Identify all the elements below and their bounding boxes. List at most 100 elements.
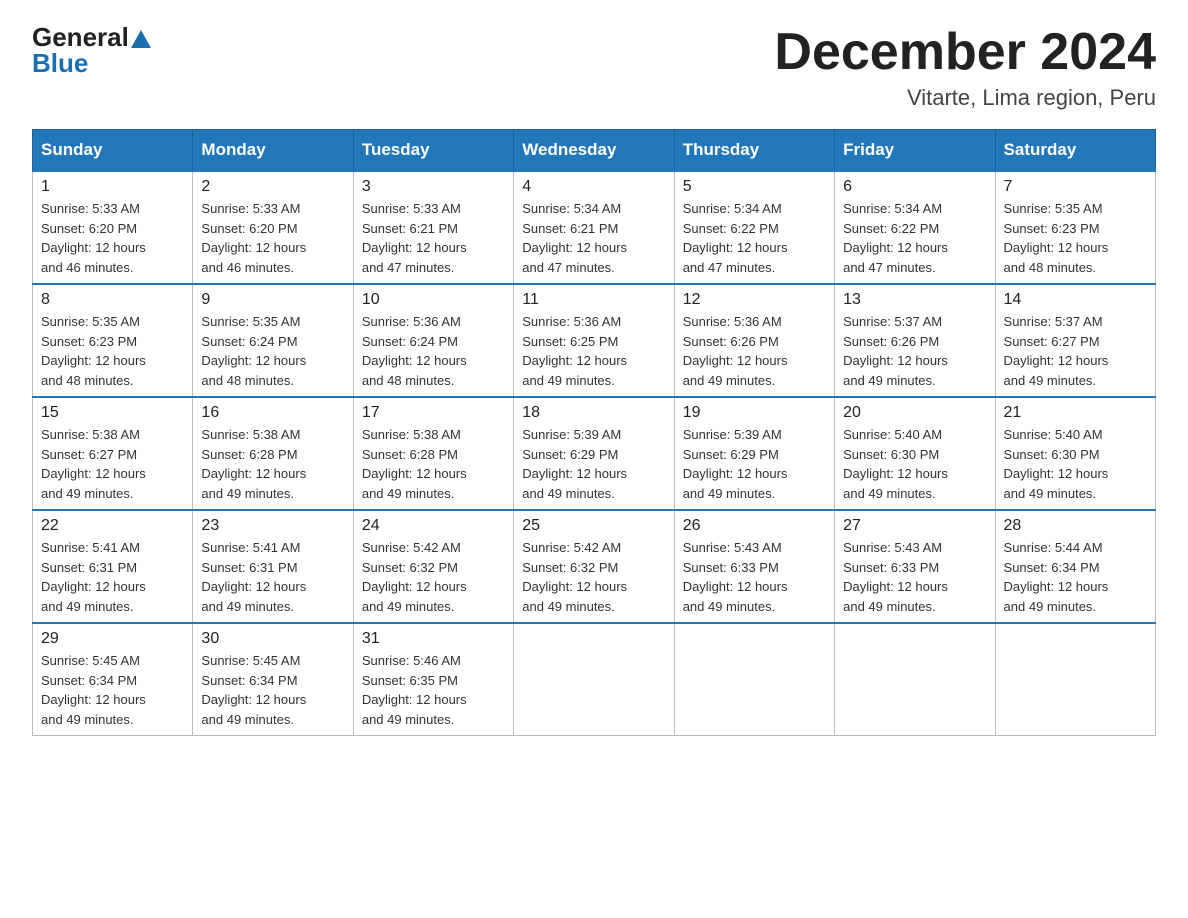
day-info: Sunrise: 5:39 AM Sunset: 6:29 PM Dayligh… bbox=[522, 425, 665, 503]
table-row: 1 Sunrise: 5:33 AM Sunset: 6:20 PM Dayli… bbox=[33, 171, 193, 284]
day-info: Sunrise: 5:46 AM Sunset: 6:35 PM Dayligh… bbox=[362, 651, 505, 729]
week-row-1: 1 Sunrise: 5:33 AM Sunset: 6:20 PM Dayli… bbox=[33, 171, 1156, 284]
day-info: Sunrise: 5:33 AM Sunset: 6:20 PM Dayligh… bbox=[41, 199, 184, 277]
day-info: Sunrise: 5:36 AM Sunset: 6:25 PM Dayligh… bbox=[522, 312, 665, 390]
table-row bbox=[674, 623, 834, 736]
col-saturday: Saturday bbox=[995, 130, 1155, 172]
day-info: Sunrise: 5:45 AM Sunset: 6:34 PM Dayligh… bbox=[41, 651, 184, 729]
logo-area: General Blue bbox=[32, 24, 153, 79]
day-info: Sunrise: 5:36 AM Sunset: 6:24 PM Dayligh… bbox=[362, 312, 505, 390]
table-row: 28 Sunrise: 5:44 AM Sunset: 6:34 PM Dayl… bbox=[995, 510, 1155, 623]
day-number: 10 bbox=[362, 291, 505, 309]
table-row: 5 Sunrise: 5:34 AM Sunset: 6:22 PM Dayli… bbox=[674, 171, 834, 284]
col-thursday: Thursday bbox=[674, 130, 834, 172]
day-info: Sunrise: 5:40 AM Sunset: 6:30 PM Dayligh… bbox=[1004, 425, 1147, 503]
day-info: Sunrise: 5:36 AM Sunset: 6:26 PM Dayligh… bbox=[683, 312, 826, 390]
table-row: 6 Sunrise: 5:34 AM Sunset: 6:22 PM Dayli… bbox=[835, 171, 995, 284]
table-row: 27 Sunrise: 5:43 AM Sunset: 6:33 PM Dayl… bbox=[835, 510, 995, 623]
day-info: Sunrise: 5:45 AM Sunset: 6:34 PM Dayligh… bbox=[201, 651, 344, 729]
table-row: 16 Sunrise: 5:38 AM Sunset: 6:28 PM Dayl… bbox=[193, 397, 353, 510]
table-row: 7 Sunrise: 5:35 AM Sunset: 6:23 PM Dayli… bbox=[995, 171, 1155, 284]
logo-triangle-icon bbox=[131, 30, 151, 48]
day-info: Sunrise: 5:38 AM Sunset: 6:28 PM Dayligh… bbox=[362, 425, 505, 503]
day-number: 27 bbox=[843, 517, 986, 535]
day-number: 31 bbox=[362, 630, 505, 648]
day-info: Sunrise: 5:43 AM Sunset: 6:33 PM Dayligh… bbox=[683, 538, 826, 616]
day-number: 14 bbox=[1004, 291, 1147, 309]
day-number: 8 bbox=[41, 291, 184, 309]
table-row: 30 Sunrise: 5:45 AM Sunset: 6:34 PM Dayl… bbox=[193, 623, 353, 736]
day-info: Sunrise: 5:38 AM Sunset: 6:27 PM Dayligh… bbox=[41, 425, 184, 503]
logo-general-text: General bbox=[32, 24, 129, 50]
week-row-5: 29 Sunrise: 5:45 AM Sunset: 6:34 PM Dayl… bbox=[33, 623, 1156, 736]
week-row-3: 15 Sunrise: 5:38 AM Sunset: 6:27 PM Dayl… bbox=[33, 397, 1156, 510]
day-number: 16 bbox=[201, 404, 344, 422]
calendar-table: Sunday Monday Tuesday Wednesday Thursday… bbox=[32, 129, 1156, 736]
day-info: Sunrise: 5:37 AM Sunset: 6:26 PM Dayligh… bbox=[843, 312, 986, 390]
day-number: 12 bbox=[683, 291, 826, 309]
table-row: 21 Sunrise: 5:40 AM Sunset: 6:30 PM Dayl… bbox=[995, 397, 1155, 510]
table-row bbox=[995, 623, 1155, 736]
day-number: 17 bbox=[362, 404, 505, 422]
day-number: 18 bbox=[522, 404, 665, 422]
col-monday: Monday bbox=[193, 130, 353, 172]
table-row: 10 Sunrise: 5:36 AM Sunset: 6:24 PM Dayl… bbox=[353, 284, 513, 397]
table-row: 29 Sunrise: 5:45 AM Sunset: 6:34 PM Dayl… bbox=[33, 623, 193, 736]
table-row bbox=[514, 623, 674, 736]
page-subtitle: Vitarte, Lima region, Peru bbox=[774, 85, 1156, 111]
table-row: 22 Sunrise: 5:41 AM Sunset: 6:31 PM Dayl… bbox=[33, 510, 193, 623]
day-number: 3 bbox=[362, 178, 505, 196]
table-row: 13 Sunrise: 5:37 AM Sunset: 6:26 PM Dayl… bbox=[835, 284, 995, 397]
table-row: 3 Sunrise: 5:33 AM Sunset: 6:21 PM Dayli… bbox=[353, 171, 513, 284]
table-row: 15 Sunrise: 5:38 AM Sunset: 6:27 PM Dayl… bbox=[33, 397, 193, 510]
logo-blue-text: Blue bbox=[32, 48, 88, 78]
table-row: 2 Sunrise: 5:33 AM Sunset: 6:20 PM Dayli… bbox=[193, 171, 353, 284]
day-number: 23 bbox=[201, 517, 344, 535]
col-wednesday: Wednesday bbox=[514, 130, 674, 172]
calendar-header-row: Sunday Monday Tuesday Wednesday Thursday… bbox=[33, 130, 1156, 172]
day-info: Sunrise: 5:37 AM Sunset: 6:27 PM Dayligh… bbox=[1004, 312, 1147, 390]
day-number: 4 bbox=[522, 178, 665, 196]
day-number: 6 bbox=[843, 178, 986, 196]
day-number: 13 bbox=[843, 291, 986, 309]
day-number: 2 bbox=[201, 178, 344, 196]
col-tuesday: Tuesday bbox=[353, 130, 513, 172]
page-title: December 2024 bbox=[774, 24, 1156, 81]
table-row: 14 Sunrise: 5:37 AM Sunset: 6:27 PM Dayl… bbox=[995, 284, 1155, 397]
day-number: 24 bbox=[362, 517, 505, 535]
table-row: 26 Sunrise: 5:43 AM Sunset: 6:33 PM Dayl… bbox=[674, 510, 834, 623]
day-info: Sunrise: 5:33 AM Sunset: 6:21 PM Dayligh… bbox=[362, 199, 505, 277]
day-number: 15 bbox=[41, 404, 184, 422]
day-info: Sunrise: 5:41 AM Sunset: 6:31 PM Dayligh… bbox=[201, 538, 344, 616]
table-row: 31 Sunrise: 5:46 AM Sunset: 6:35 PM Dayl… bbox=[353, 623, 513, 736]
table-row: 24 Sunrise: 5:42 AM Sunset: 6:32 PM Dayl… bbox=[353, 510, 513, 623]
day-info: Sunrise: 5:35 AM Sunset: 6:23 PM Dayligh… bbox=[1004, 199, 1147, 277]
day-info: Sunrise: 5:41 AM Sunset: 6:31 PM Dayligh… bbox=[41, 538, 184, 616]
table-row: 4 Sunrise: 5:34 AM Sunset: 6:21 PM Dayli… bbox=[514, 171, 674, 284]
day-number: 28 bbox=[1004, 517, 1147, 535]
table-row: 17 Sunrise: 5:38 AM Sunset: 6:28 PM Dayl… bbox=[353, 397, 513, 510]
day-number: 9 bbox=[201, 291, 344, 309]
day-info: Sunrise: 5:44 AM Sunset: 6:34 PM Dayligh… bbox=[1004, 538, 1147, 616]
page-header: General Blue December 2024 Vitarte, Lima… bbox=[32, 24, 1156, 111]
day-info: Sunrise: 5:43 AM Sunset: 6:33 PM Dayligh… bbox=[843, 538, 986, 616]
day-number: 20 bbox=[843, 404, 986, 422]
table-row bbox=[835, 623, 995, 736]
day-number: 7 bbox=[1004, 178, 1147, 196]
table-row: 9 Sunrise: 5:35 AM Sunset: 6:24 PM Dayli… bbox=[193, 284, 353, 397]
table-row: 25 Sunrise: 5:42 AM Sunset: 6:32 PM Dayl… bbox=[514, 510, 674, 623]
day-number: 5 bbox=[683, 178, 826, 196]
week-row-4: 22 Sunrise: 5:41 AM Sunset: 6:31 PM Dayl… bbox=[33, 510, 1156, 623]
day-info: Sunrise: 5:40 AM Sunset: 6:30 PM Dayligh… bbox=[843, 425, 986, 503]
day-number: 26 bbox=[683, 517, 826, 535]
day-info: Sunrise: 5:33 AM Sunset: 6:20 PM Dayligh… bbox=[201, 199, 344, 277]
day-info: Sunrise: 5:42 AM Sunset: 6:32 PM Dayligh… bbox=[522, 538, 665, 616]
title-area: December 2024 Vitarte, Lima region, Peru bbox=[774, 24, 1156, 111]
day-info: Sunrise: 5:34 AM Sunset: 6:21 PM Dayligh… bbox=[522, 199, 665, 277]
table-row: 19 Sunrise: 5:39 AM Sunset: 6:29 PM Dayl… bbox=[674, 397, 834, 510]
day-number: 29 bbox=[41, 630, 184, 648]
table-row: 20 Sunrise: 5:40 AM Sunset: 6:30 PM Dayl… bbox=[835, 397, 995, 510]
table-row: 23 Sunrise: 5:41 AM Sunset: 6:31 PM Dayl… bbox=[193, 510, 353, 623]
day-number: 30 bbox=[201, 630, 344, 648]
day-number: 21 bbox=[1004, 404, 1147, 422]
